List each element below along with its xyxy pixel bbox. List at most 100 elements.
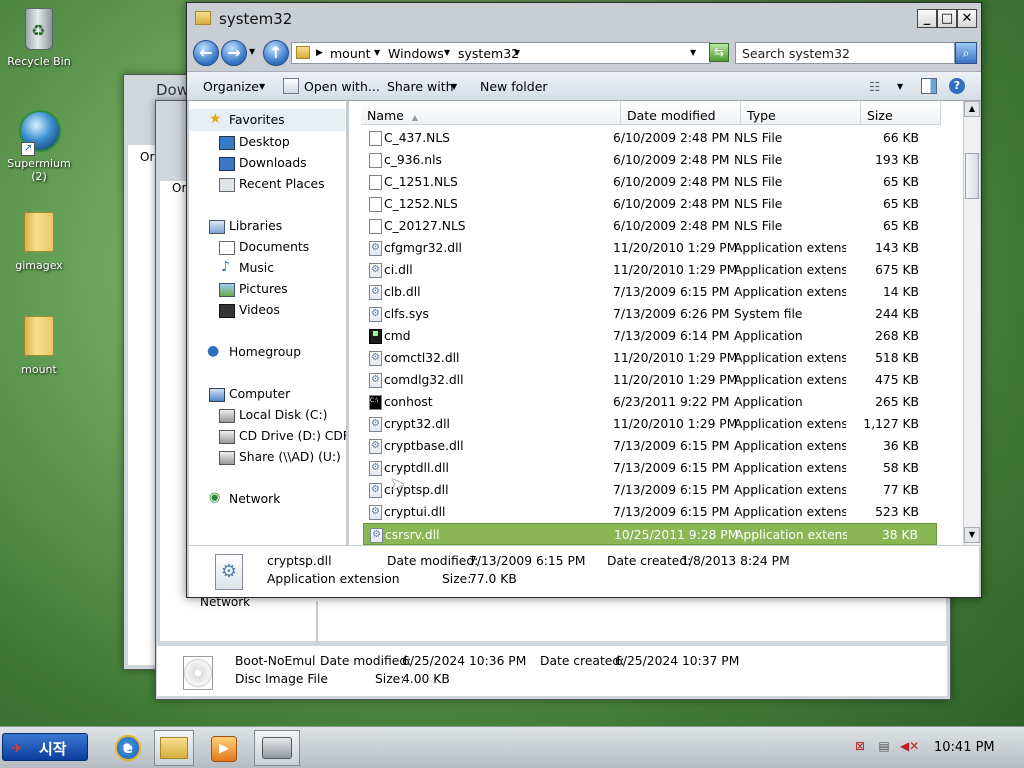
- forward-button[interactable]: →: [221, 40, 247, 66]
- nav-videos[interactable]: Videos: [239, 303, 280, 317]
- nav-homegroup[interactable]: Homegroup: [229, 345, 301, 359]
- taskbar-media-player[interactable]: ▶: [204, 730, 244, 766]
- file-name: crypt32.dll: [384, 417, 450, 431]
- nav-share-drive[interactable]: Share (\\AD) (U:): [239, 450, 341, 464]
- desktop-icon-label: mount: [21, 363, 57, 376]
- desktop-icon-recycle-bin[interactable]: Recycle Bin: [0, 8, 78, 68]
- dll-file-icon: [369, 373, 382, 388]
- desktop-icon-mount[interactable]: mount: [0, 316, 78, 376]
- start-button[interactable]: ✈ 시작: [2, 733, 88, 761]
- nav-music[interactable]: Music: [239, 261, 274, 275]
- organize-button[interactable]: Organize: [203, 79, 259, 94]
- file-row[interactable]: cryptbase.dll 7/13/2009 6:15 PM Applicatio…: [363, 435, 937, 457]
- file-row[interactable]: C_437.NLS 6/10/2009 2:48 PM NLS File 66 KB: [363, 127, 937, 149]
- scroll-thumb[interactable]: [965, 153, 979, 199]
- vertical-scrollbar[interactable]: ▲ ▼: [963, 101, 980, 545]
- nav-recent-places[interactable]: Recent Places: [239, 177, 325, 191]
- scroll-down-button[interactable]: ▼: [964, 527, 980, 543]
- organize-dropdown-icon[interactable]: ▼: [259, 82, 265, 91]
- file-size: 77 KB: [882, 483, 919, 497]
- nav-downloads[interactable]: Downloads: [239, 156, 307, 170]
- file-row[interactable]: csrsrv.dll 10/25/2011 9:28 PMApplication …: [363, 523, 937, 545]
- share-with-button[interactable]: Share with: [387, 79, 454, 94]
- column-header-name[interactable]: Name ▲: [361, 101, 621, 125]
- file-row[interactable]: C_20127.NLS 6/10/2009 2:48 PM NLS File 65 K…: [363, 215, 937, 237]
- close-button[interactable]: ✕: [957, 9, 977, 28]
- file-row[interactable]: cryptsp.dll7/13/2009 6:15 PMApplication …: [363, 479, 937, 501]
- recent-pages-dropdown[interactable]: ▼: [249, 47, 255, 56]
- file-row[interactable]: comdlg32.dll 11/20/2010 1:29 PMApplicatio…: [363, 369, 937, 391]
- dll-file-icon: [369, 439, 382, 454]
- taskbar-mount-tool[interactable]: [254, 730, 300, 766]
- breadcrumb-mount[interactable]: mount: [330, 46, 371, 61]
- search-input[interactable]: Search system32: [735, 42, 955, 64]
- file-size: 65 KB: [882, 219, 919, 233]
- breadcrumb-dropdown-icon[interactable]: ▼: [374, 48, 380, 57]
- view-options-icon[interactable]: ☷: [869, 79, 880, 94]
- nav-network[interactable]: Network: [229, 492, 280, 506]
- taskbar-internet-explorer[interactable]: e: [108, 730, 148, 766]
- file-row[interactable]: cmd 7/13/2009 6:14 PM Application 268 KB: [363, 325, 937, 347]
- file-list[interactable]: Name ▲ Date modified Type Size C_437.NLS 6…: [349, 101, 963, 545]
- file-row[interactable]: clfs.sys 7/13/2009 6:26 PM System file 244 …: [363, 303, 937, 325]
- address-history-dropdown-icon[interactable]: ▼: [690, 48, 696, 57]
- open-with-button[interactable]: Open with...: [304, 79, 380, 94]
- file-type: NLS File: [734, 153, 783, 167]
- nav-libraries[interactable]: Libraries: [229, 219, 282, 233]
- new-folder-button[interactable]: New folder: [480, 79, 548, 94]
- view-dropdown-icon[interactable]: ▼: [897, 82, 903, 91]
- file-row[interactable]: crypt32.dll 11/20/2010 1:29 PMApplication…: [363, 413, 937, 435]
- share-with-dropdown-icon[interactable]: ▼: [451, 82, 457, 91]
- nav-desktop[interactable]: Desktop: [239, 135, 290, 149]
- file-row[interactable]: cryptui.dll 7/13/2009 6:15 PM Application …: [363, 501, 937, 523]
- file-row[interactable]: c_936.nls 6/10/2009 2:48 PM NLS File 193 KB: [363, 149, 937, 171]
- breadcrumb-system32[interactable]: system32: [458, 46, 519, 61]
- taskbar-explorer[interactable]: [154, 730, 194, 766]
- file-row[interactable]: ci.dll 11/20/2010 1:29 PMApplication exte…: [363, 259, 937, 281]
- maximize-button[interactable]: □: [937, 9, 957, 28]
- file-row[interactable]: clb.dll 7/13/2009 6:15 PM Application exte…: [363, 281, 937, 303]
- desktop-icon-gimagex[interactable]: gimagex: [0, 212, 78, 272]
- recent-places-icon: [219, 178, 235, 192]
- explorer-window[interactable]: system32 _ □ ✕ ← → ▼ ↑ ▶ mount ▼ Windows…: [186, 2, 982, 598]
- nav-favorites[interactable]: Favorites: [229, 113, 285, 127]
- back-button[interactable]: ←: [193, 40, 219, 66]
- file-row[interactable]: cryptdll.dll 7/13/2009 6:15 PM Application…: [363, 457, 937, 479]
- network-error-icon[interactable]: ⊠: [852, 739, 868, 755]
- organize-partial[interactable]: Or: [172, 181, 186, 195]
- minimize-button[interactable]: _: [917, 9, 937, 28]
- column-header-size[interactable]: Size: [861, 101, 941, 125]
- file-size: 518 KB: [875, 351, 919, 365]
- nav-computer[interactable]: Computer: [229, 387, 290, 401]
- file-row[interactable]: comctl32.dll 11/20/2010 1:29 PMApplicatio…: [363, 347, 937, 369]
- file-row[interactable]: C_1251.NLS 6/10/2009 2:48 PM NLS File 65 KB: [363, 171, 937, 193]
- preview-pane-icon[interactable]: [921, 78, 937, 94]
- column-header-date[interactable]: Date modified: [621, 101, 741, 125]
- breadcrumb-windows[interactable]: Windows: [388, 46, 444, 61]
- nav-pictures[interactable]: Pictures: [239, 282, 288, 296]
- refresh-button[interactable]: ⇆: [709, 43, 729, 62]
- breadcrumb-separator-icon[interactable]: ▶: [316, 48, 323, 58]
- breadcrumb-dropdown-icon[interactable]: ▼: [514, 48, 520, 57]
- nav-cd-drive[interactable]: CD Drive (D:) CDROM: [239, 429, 346, 443]
- nav-documents[interactable]: Documents: [239, 240, 309, 254]
- file-row[interactable]: C_1252.NLS 6/10/2009 2:48 PM NLS File 65 KB: [363, 193, 937, 215]
- organize-partial[interactable]: Or: [140, 150, 154, 164]
- file-row[interactable]: conhost 6/23/2011 9:22 PM Application 265 K…: [363, 391, 937, 413]
- volume-muted-icon[interactable]: ◀✕: [900, 739, 919, 755]
- action-center-icon[interactable]: ▤: [876, 739, 892, 755]
- nav-local-disk[interactable]: Local Disk (C:): [239, 408, 327, 422]
- column-header-type[interactable]: Type: [741, 101, 861, 125]
- desktop-icon-supermium[interactable]: ↗ Supermium (2): [0, 110, 78, 183]
- up-button[interactable]: ↑: [263, 40, 289, 66]
- details-created-value: 6/25/2024 10:37 PM: [615, 654, 740, 668]
- scroll-up-button[interactable]: ▲: [964, 101, 980, 117]
- search-icon[interactable]: ⌕: [955, 42, 977, 64]
- file-row[interactable]: cfgmgr32.dll 11/20/2010 1:29 PMApplicatio…: [363, 237, 937, 259]
- clock[interactable]: 10:41 PM: [934, 740, 995, 755]
- help-icon[interactable]: ?: [949, 78, 965, 94]
- title-bar[interactable]: system32 _ □ ✕: [187, 3, 981, 35]
- breadcrumb-dropdown-icon[interactable]: ▼: [444, 48, 450, 57]
- address-bar[interactable]: ▶ mount ▼ Windows ▼ system32 ▼ ▼: [291, 42, 711, 64]
- file-size: 65 KB: [882, 197, 919, 211]
